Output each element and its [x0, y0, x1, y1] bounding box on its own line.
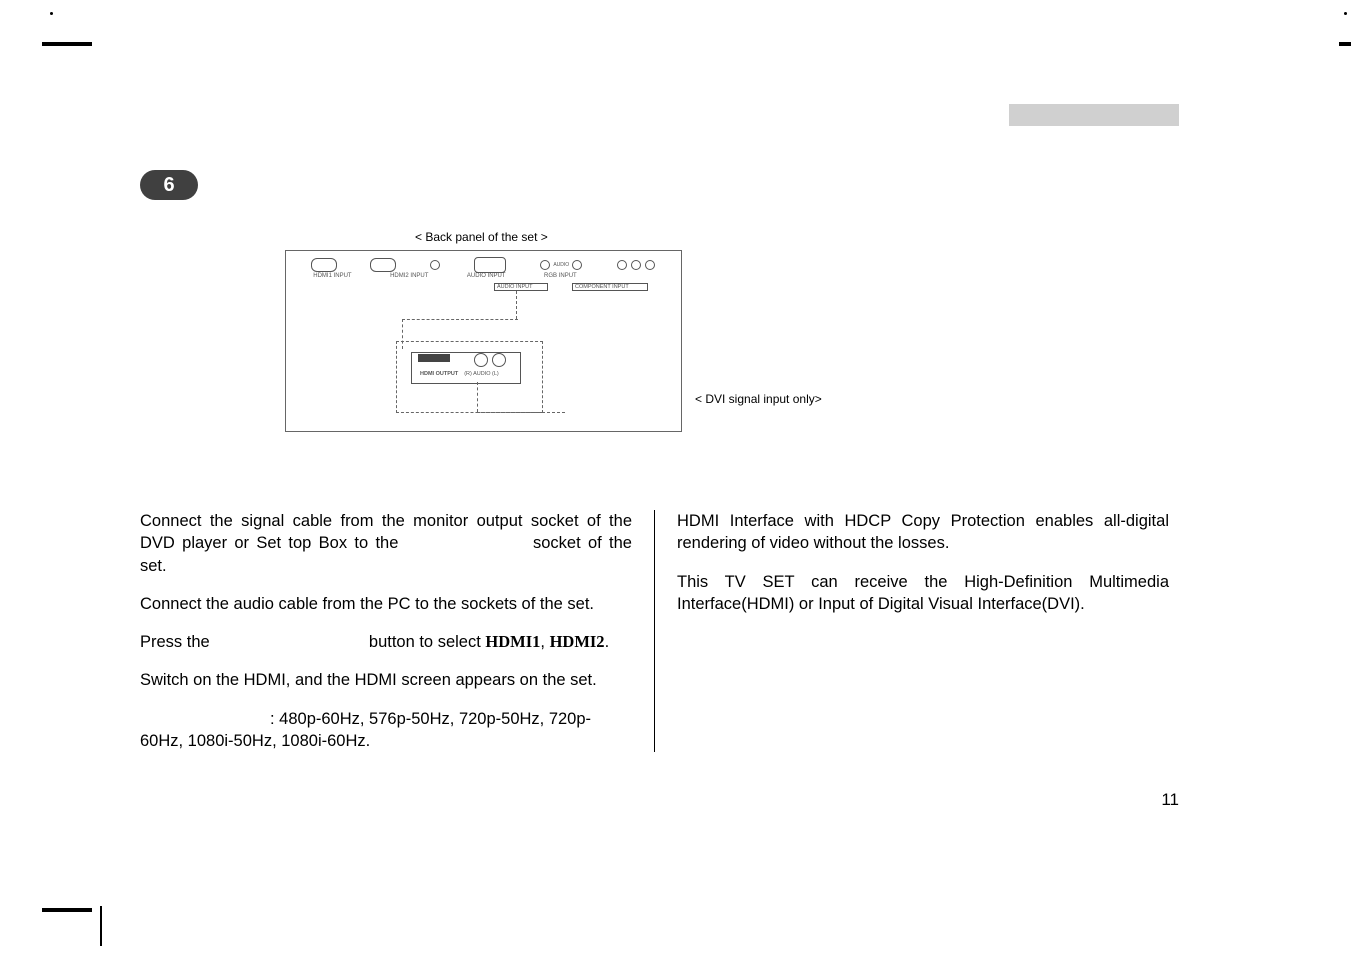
left-p2: Connect the audio cable from the PC to t…	[140, 593, 632, 615]
back-panel-diagram: AUDIO HDMI1 INPUT HDMI2 INPUT AUDIO INPU…	[285, 250, 682, 432]
left-p1: Connect the signal cable from the monito…	[140, 510, 632, 577]
dvi-module-box: HDMI OUTPUT (R) AUDIO (L)	[396, 341, 543, 413]
crop-dot-tr	[1344, 12, 1347, 15]
hdmi1-label: HDMI1 INPUT	[313, 273, 351, 279]
component-input-box-label: COMPONENT INPUT	[572, 283, 648, 291]
audio-input-box-label: AUDIO INPUT	[494, 283, 548, 291]
audio-rl-label: (R) AUDIO (L)	[464, 371, 499, 377]
two-column-body: Connect the signal cable from the monito…	[140, 510, 1180, 752]
dvi-signal-note: < DVI signal input only>	[695, 392, 822, 406]
right-p2: This TV SET can receive the High-Definit…	[677, 571, 1169, 616]
left-column: Connect the signal cable from the monito…	[140, 510, 655, 752]
hdmi2-label: HDMI2 INPUT	[390, 273, 428, 279]
audio-r-jack-icon	[474, 353, 488, 367]
audio-lr-cluster: AUDIO	[539, 260, 583, 270]
left-p5: : 480p-60Hz, 576p-50Hz, 720p-50Hz, 720p-…	[140, 708, 632, 753]
crop-dot-tl	[50, 12, 53, 15]
crop-mark-bottom	[100, 906, 102, 946]
left-p3: Press the button to select HDMI1, HDMI2.	[140, 631, 632, 653]
dashed-line	[402, 319, 518, 321]
crop-mark-tl	[42, 42, 92, 46]
rgb-port-icon	[474, 257, 506, 273]
step-badge: 6	[140, 170, 198, 200]
component-cluster	[616, 260, 656, 270]
page-content: 6 < Back panel of the set > AUDIO HDMI1 …	[140, 60, 1180, 894]
right-column: HDMI Interface with HDCP Copy Protection…	[655, 510, 1169, 752]
crop-mark-tr	[1339, 42, 1351, 46]
dashed-line	[516, 291, 518, 319]
dashed-line	[477, 412, 565, 414]
hdmi2-port-icon	[370, 258, 396, 272]
dashed-line	[477, 382, 479, 412]
hdmi-output-label: HDMI OUTPUT	[420, 371, 458, 377]
left-p4: Switch on the HDMI, and the HDMI screen …	[140, 669, 632, 691]
back-panel-caption: < Back panel of the set >	[415, 230, 548, 244]
audio-jack-icon	[430, 260, 440, 270]
audio-label: AUDIO INPUT	[467, 273, 506, 279]
right-p1: HDMI Interface with HDCP Copy Protection…	[677, 510, 1169, 555]
hdmi-output-module: HDMI OUTPUT (R) AUDIO (L)	[411, 352, 521, 384]
hdmi-slot-icon	[418, 354, 450, 362]
audio-l-jack-icon	[492, 353, 506, 367]
page-number: 11	[1161, 790, 1179, 810]
crop-mark-bl	[42, 908, 92, 912]
rgb-label: RGB INPUT	[544, 273, 577, 279]
hdmi1-port-icon	[311, 258, 337, 272]
